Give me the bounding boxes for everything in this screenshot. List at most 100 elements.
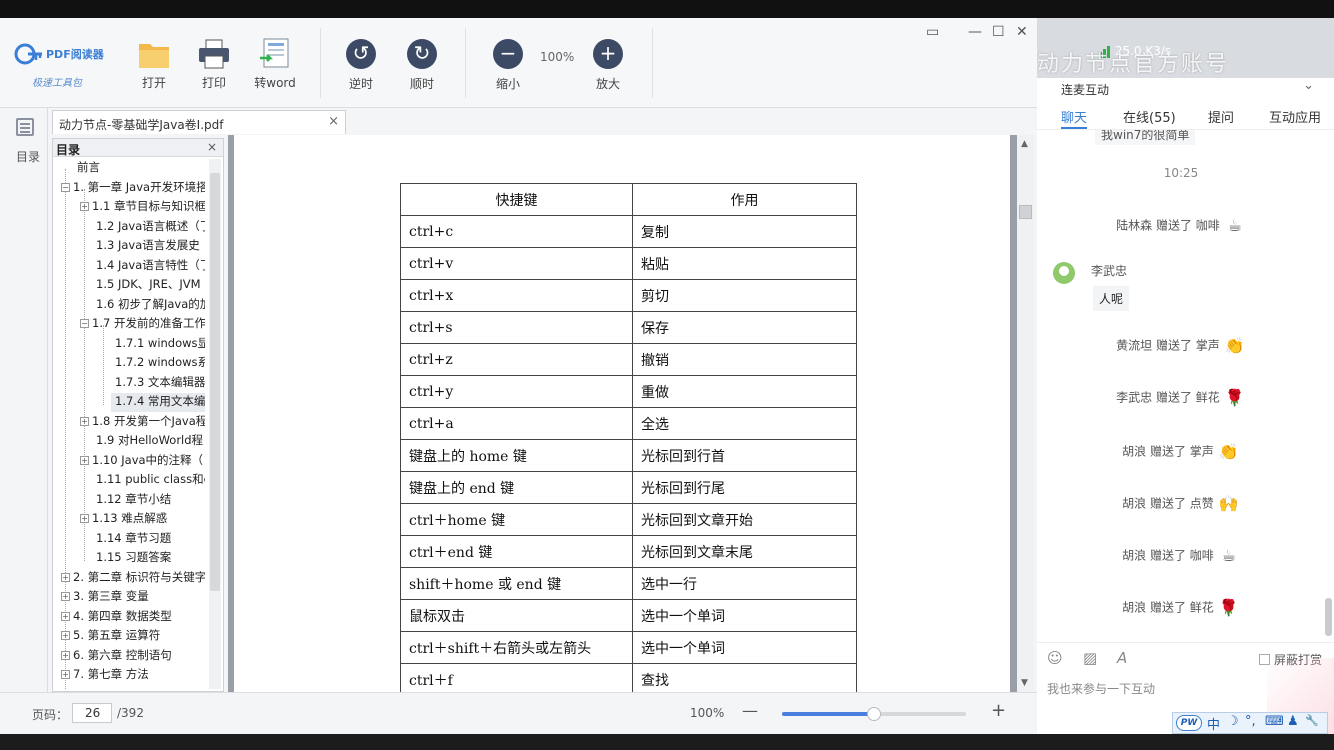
outline-close-icon[interactable]: × — [207, 140, 217, 154]
avatar[interactable] — [1053, 262, 1075, 284]
applause-icon: 👏 — [1224, 336, 1245, 355]
punctuation-icon[interactable]: °, — [1245, 714, 1256, 729]
scroll-down-icon[interactable]: ▼ — [1021, 678, 1028, 688]
outline-item[interactable]: 1.5 JDK、JRE、JVM — [96, 276, 201, 295]
ime-toolbar[interactable]: PW 中 ☽ °, ⌨ ♟ 🔧 — [1172, 712, 1328, 734]
outline-item[interactable]: 1.7.3 文本编辑器 — [115, 374, 205, 393]
open-button[interactable]: 打开 — [126, 38, 182, 94]
page-scroll-thumb[interactable] — [1019, 205, 1032, 219]
outline-item[interactable]: 1.7.1 windows显 — [115, 335, 205, 354]
outline-item[interactable]: +1.13 难点解惑 — [80, 510, 167, 529]
outline-item[interactable]: 1.15 习题答案 — [96, 549, 171, 568]
page-total: /392 — [117, 706, 144, 720]
outline-item[interactable]: 前言 — [77, 159, 100, 178]
document-tab-title: 动力节点-零基础学Java卷I.pdf — [59, 118, 224, 132]
emoji-icon[interactable]: ☺ — [1047, 649, 1063, 667]
chat-list: 我win7的很简单 10:25 陆林森 赠送了 咖啡 ☕ 李武忠 人呢 黄流坦 赠… — [1037, 130, 1334, 650]
zoom-out-label: 缩小 — [495, 77, 520, 91]
moon-icon[interactable]: ☽ — [1227, 714, 1239, 729]
zoom-in-label: 放大 — [595, 77, 620, 91]
outline-item[interactable]: 1.11 public class和c — [96, 471, 205, 490]
shortcut-cell: 键盘上的 home 键 — [400, 439, 633, 472]
chat-input[interactable]: 我也来参与一下互动 — [1047, 680, 1155, 697]
chevron-down-icon[interactable]: ⌄ — [1303, 78, 1314, 93]
zoom-slider-knob[interactable] — [867, 707, 881, 721]
status-zoom-percent: 100% — [690, 706, 725, 720]
outline-item[interactable]: +2. 第二章 标识符与关键字 — [61, 569, 205, 588]
page-scrollbar[interactable]: ▲ ▼ — [1017, 135, 1034, 692]
function-cell: 选中一行 — [632, 567, 857, 600]
function-cell: 剪切 — [632, 279, 857, 312]
outline-item[interactable]: +6. 第六章 控制语句 — [61, 647, 172, 666]
font-icon[interactable]: A — [1117, 649, 1127, 667]
outline-item[interactable]: 1.12 章节小结 — [96, 491, 171, 510]
outline-scrollbar[interactable] — [209, 159, 221, 689]
table-row: ctrl+s 保存 — [400, 311, 857, 344]
outline-item-selected[interactable]: 1.7.4 常用文本编辑 — [111, 393, 205, 412]
outline-scroll-thumb[interactable] — [210, 173, 220, 591]
outline-item[interactable]: 1.2 Java语言概述（了 — [96, 218, 205, 237]
outline-item[interactable]: +1.1 章节目标与知识框架 — [80, 198, 205, 217]
outline-toggle-icon[interactable] — [16, 118, 34, 136]
function-cell: 光标回到行首 — [632, 439, 857, 472]
wrench-icon[interactable]: 🔧 — [1305, 714, 1319, 727]
table-row: ctrl+x 剪切 — [400, 279, 857, 312]
outline-item[interactable]: +5. 第五章 运算符 — [61, 627, 160, 646]
document-tab-close-icon[interactable]: × — [328, 114, 339, 129]
close-button[interactable]: ✕ — [1016, 24, 1028, 40]
to-word-button[interactable]: 转word — [247, 38, 303, 94]
zoom-out-button[interactable]: − 缩小 — [480, 38, 536, 94]
shortcut-cell: ctrl+a — [400, 407, 633, 440]
outline-item[interactable]: +1.8 开发第一个Java程 — [80, 413, 205, 432]
outline-item[interactable]: 1.7.2 windows系 — [115, 354, 205, 373]
function-cell: 光标回到文章开始 — [632, 503, 857, 536]
maximize-button[interactable]: ☐ — [992, 24, 1005, 40]
keyboard-icon[interactable]: ⌨ — [1265, 714, 1284, 729]
outline-item[interactable]: 1.9 对HelloWorld程 — [96, 432, 203, 451]
document-tab[interactable]: 动力节点-零基础学Java卷I.pdf × — [52, 110, 346, 134]
outline-item[interactable]: +1.10 Java中的注释（ — [80, 452, 203, 471]
zoom-in-button[interactable]: + 放大 — [580, 38, 636, 94]
tab-apps[interactable]: 互动应用 — [1269, 107, 1321, 126]
outline-item[interactable]: −1.7 开发前的准备工作 — [80, 315, 205, 334]
to-word-label: 转word — [254, 76, 296, 90]
outline-item[interactable]: 1.4 Java语言特性（了 — [96, 257, 205, 276]
tab-questions[interactable]: 提问 — [1208, 107, 1234, 126]
tab-online[interactable]: 在线(55) — [1123, 107, 1176, 126]
outline-item[interactable]: 1.14 章节习题 — [96, 530, 171, 549]
rotate-cw-icon: ↻ — [405, 39, 439, 71]
scroll-up-icon[interactable]: ▲ — [1021, 139, 1028, 149]
zoom-slider[interactable] — [782, 707, 966, 721]
outline-header: 目录 × — [53, 139, 223, 157]
outline-item[interactable]: +4. 第四章 数据类型 — [61, 608, 172, 627]
user-icon[interactable]: ♟ — [1287, 714, 1299, 729]
rotate-ccw-button[interactable]: ↺ 逆时 — [333, 38, 389, 94]
header-function: 作用 — [632, 183, 857, 216]
outline-panel: 目录 × 前言 −1. 第一章 Java开发环境搭建 +1.1 章节目标与知识框… — [52, 138, 224, 692]
ime-language[interactable]: 中 — [1207, 714, 1220, 733]
print-button[interactable]: 打印 — [186, 38, 242, 94]
chat-scroll-thumb[interactable] — [1325, 598, 1332, 636]
image-icon[interactable]: ▨ — [1083, 649, 1097, 667]
minimize-button[interactable]: — — [968, 24, 982, 40]
zoom-slider-fill — [782, 712, 874, 716]
table-row: ctrl＋f 查找 — [400, 663, 857, 692]
outline-item[interactable]: 1.6 初步了解Java的加 — [96, 296, 205, 315]
outline-toggle-label[interactable]: 目录 — [16, 148, 40, 165]
outline-item[interactable]: +7. 第七章 方法 — [61, 666, 149, 685]
folder-icon — [139, 44, 169, 68]
shortcut-cell: ctrl+x — [400, 279, 633, 312]
print-label: 打印 — [201, 76, 226, 90]
page-number-input[interactable]: 26 — [72, 703, 112, 723]
rotate-cw-button[interactable]: ↻ 顺时 — [394, 38, 450, 94]
feedback-icon[interactable]: ▭ — [926, 24, 939, 40]
table-header-row: 快捷键 作用 — [400, 183, 857, 216]
function-cell: 全选 — [632, 407, 857, 440]
status-zoom-out-button[interactable]: — — [742, 701, 758, 720]
shortcut-cell: ctrl+y — [400, 375, 633, 408]
tab-chat[interactable]: 聊天 — [1061, 107, 1087, 126]
status-zoom-in-button[interactable]: + — [991, 700, 1006, 721]
outline-item[interactable]: −1. 第一章 Java开发环境搭建 — [61, 179, 205, 198]
outline-item[interactable]: 1.3 Java语言发展史（ — [96, 237, 205, 256]
outline-item[interactable]: +3. 第三章 变量 — [61, 588, 149, 607]
